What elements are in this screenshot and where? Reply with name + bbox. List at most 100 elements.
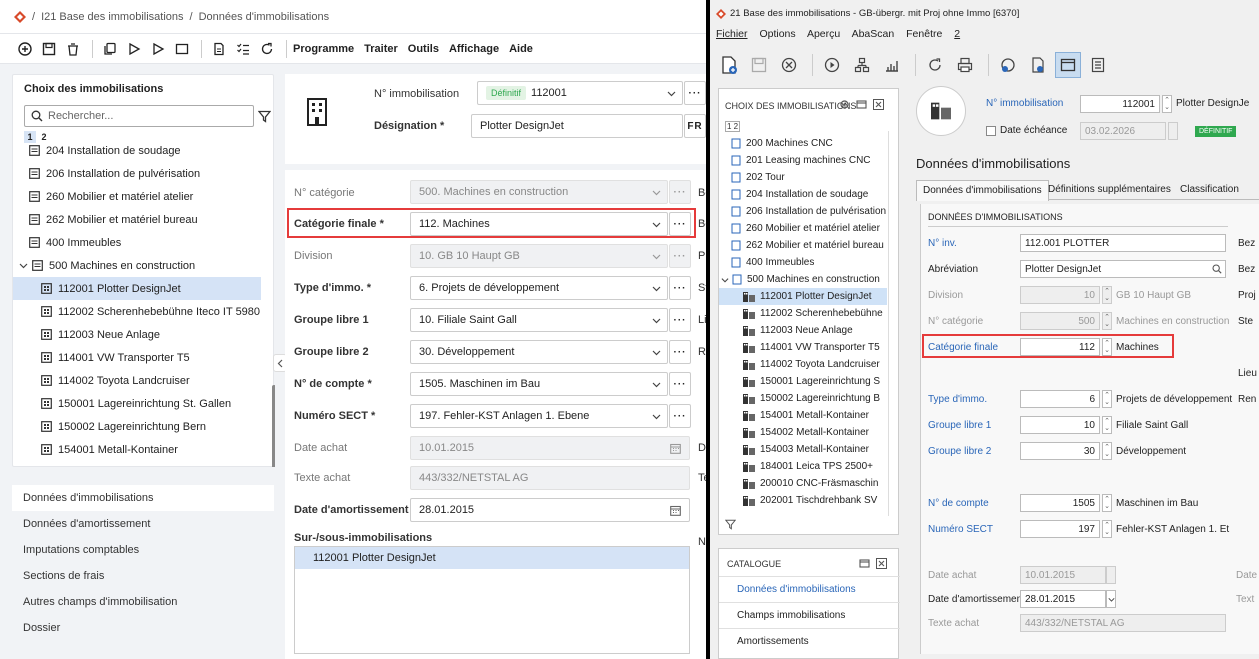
tree-item[interactable]: 112003 Neue Anlage (719, 322, 887, 339)
spinner-icon[interactable]: ⌃ ⌄ (1102, 520, 1112, 538)
more-button[interactable]: ··· (669, 372, 691, 396)
more-button[interactable]: ··· (669, 404, 691, 428)
list-item[interactable]: 114002 Toyota Landcruiser (13, 369, 261, 392)
tree-item[interactable]: 202 Tour (719, 169, 887, 186)
refresh-icon[interactable] (922, 52, 948, 78)
cancel-icon[interactable] (776, 52, 802, 78)
more-button[interactable]: ··· (669, 340, 691, 364)
list-scrollbar[interactable] (272, 385, 275, 467)
nav-asset-data[interactable]: Données d'immobilisations (12, 485, 274, 511)
menu-tools[interactable]: Outils (408, 43, 439, 55)
list-item[interactable]: 204 Installation de soudage (13, 145, 261, 162)
tree-scrollbar[interactable] (888, 131, 897, 516)
tree-item[interactable]: 150002 Lagereinrichtung B (719, 390, 887, 407)
tree-item-selected[interactable]: 112001 Plotter DesignJet (719, 288, 887, 305)
sect-number-input[interactable]: 197 (1020, 520, 1100, 538)
free-group-2-select[interactable]: 30. Développement (410, 340, 668, 364)
window-icon[interactable] (171, 38, 193, 60)
asset-number-field[interactable]: Définitif 112001 (477, 81, 683, 105)
copy-icon[interactable] (99, 38, 121, 60)
list-item[interactable]: 260 Mobilier et matériel atelier (13, 185, 261, 208)
panel-view-icon[interactable] (1055, 52, 1081, 78)
delete-icon[interactable] (62, 38, 84, 60)
due-date-checkbox[interactable] (986, 126, 996, 136)
checklist-icon[interactable] (232, 38, 254, 60)
breadcrumb-item[interactable]: I21 Base des immobilisations (41, 11, 183, 23)
nav-dossier[interactable]: Dossier (12, 615, 274, 641)
menu-abascan[interactable]: AbaScan (852, 28, 895, 40)
account-input[interactable]: 1505 (1020, 494, 1100, 512)
nav-other-fields[interactable]: Autres champs d'immobilisation (12, 589, 274, 615)
list-tab-2[interactable]: 2 (38, 131, 50, 143)
menu-process[interactable]: Traiter (364, 43, 398, 55)
tab-classification[interactable]: Classification (1180, 184, 1239, 195)
list-item[interactable]: 206 Installation de pulvérisation (13, 162, 261, 185)
chevron-down-icon[interactable] (667, 89, 676, 98)
language-button[interactable]: FR (684, 114, 706, 138)
close-icon[interactable] (876, 558, 887, 569)
tree-item[interactable]: 204 Installation de soudage (719, 186, 887, 203)
window-icon[interactable] (859, 558, 870, 569)
bar-chart-icon[interactable] (879, 52, 905, 78)
nav-accounting-entries[interactable]: Imputations comptables (12, 537, 274, 563)
more-button[interactable]: ··· (669, 276, 691, 300)
search-cloud-icon[interactable] (995, 52, 1021, 78)
tree-item[interactable]: 262 Mobilier et matériel bureau (719, 237, 887, 254)
tab-asset-data[interactable]: Données d'immobilisations (916, 180, 1049, 201)
chevron-down-icon[interactable] (652, 380, 661, 389)
play-icon[interactable] (819, 52, 845, 78)
save-icon[interactable] (746, 52, 772, 78)
asset-number-input[interactable]: 112001 (1080, 95, 1160, 113)
document-add-icon[interactable] (1025, 52, 1051, 78)
tree-item[interactable]: 154003 Metall-Kontainer (719, 441, 887, 458)
filter-icon[interactable] (725, 519, 736, 530)
more-button[interactable]: ··· (684, 81, 706, 105)
spinner-icon[interactable]: ⌃ ⌄ (1102, 390, 1112, 408)
spinner-icon[interactable]: ⌃ ⌄ (1102, 416, 1112, 434)
tree-tabs[interactable]: 1 2 (725, 121, 741, 132)
chevron-down-icon[interactable] (652, 316, 661, 325)
depreciation-date-field[interactable]: 28.01.2015 (410, 498, 690, 522)
calendar-icon[interactable] (670, 505, 681, 516)
tab-additional-definitions[interactable]: Définitions supplémentaires (1048, 184, 1171, 195)
search-input[interactable]: Rechercher... (24, 105, 254, 127)
list-item-expanded[interactable]: 500 Machines en construction (13, 254, 261, 277)
play-outline-icon[interactable] (147, 38, 169, 60)
free-group-1-select[interactable]: 10. Filiale Saint Gall (410, 308, 668, 332)
tree-item[interactable]: 206 Installation de pulvérisation (719, 203, 887, 220)
close-icon[interactable] (873, 99, 884, 110)
tree-item[interactable]: 200 Machines CNC (719, 135, 887, 152)
free-group-2-input[interactable]: 30 (1020, 442, 1100, 460)
list-item[interactable]: 262 Mobilier et matériel bureau (13, 208, 261, 231)
list-item[interactable]: 150002 Lagereinrichtung Bern (13, 415, 261, 438)
list-tab-1[interactable]: 1 (24, 131, 36, 143)
nav-depreciation-data[interactable]: Données d'amortissement (12, 511, 274, 537)
menu-program[interactable]: Programme (293, 43, 354, 55)
chevron-down-icon[interactable] (652, 412, 661, 421)
menu-options[interactable]: Options (759, 28, 795, 40)
filter-icon[interactable] (253, 105, 275, 127)
catalog-item-asset-data[interactable]: Données d'immobilisations (719, 576, 900, 602)
sect-number-select[interactable]: 197. Fehler-KST Anlagen 1. Ebene (410, 404, 668, 428)
sub-asset-row[interactable]: 112001 Plotter DesignJet (295, 547, 689, 569)
free-group-1-input[interactable]: 10 (1020, 416, 1100, 434)
tree-item[interactable]: 112002 Scherenhebebühne (719, 305, 887, 322)
play-icon[interactable] (123, 38, 145, 60)
hierarchy-icon[interactable] (849, 52, 875, 78)
asset-type-input[interactable]: 6 (1020, 390, 1100, 408)
tree-item[interactable]: 154002 Metall-Kontainer (719, 424, 887, 441)
refresh-icon[interactable] (256, 38, 278, 60)
inventory-input[interactable]: 112.001 PLOTTER (1020, 234, 1226, 252)
list-item[interactable]: 150001 Lagereinrichtung St. Gallen (13, 392, 261, 415)
asset-type-select[interactable]: 6. Projets de développement (410, 276, 668, 300)
list-item[interactable]: 114001 VW Transporter T5 (13, 346, 261, 369)
catalog-item-asset-fields[interactable]: Champs immobilisations (719, 602, 900, 628)
abbreviation-input[interactable]: Plotter DesignJet (1020, 260, 1226, 278)
menu-help[interactable]: 2 (954, 28, 960, 40)
account-select[interactable]: 1505. Maschinen im Bau (410, 372, 668, 396)
menu-view[interactable]: Affichage (449, 43, 499, 55)
tree-item[interactable]: 150001 Lagereinrichtung S (719, 373, 887, 390)
list-view-icon[interactable] (1085, 52, 1111, 78)
save-icon[interactable] (38, 38, 60, 60)
menu-file[interactable]: Fichier (716, 28, 748, 40)
